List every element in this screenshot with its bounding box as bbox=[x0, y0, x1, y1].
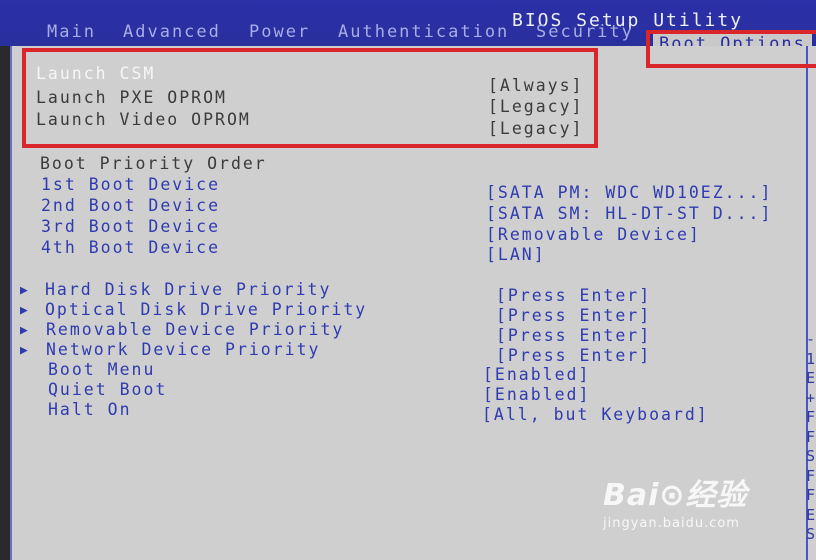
help-line: ES bbox=[806, 505, 816, 524]
boot-priority-heading: Boot Priority Order bbox=[40, 154, 267, 173]
boot-device-1-value[interactable]: [SATA PM: WDC WD10EZ...] bbox=[486, 183, 772, 202]
submenu-removable-priority[interactable]: Removable Device Priority bbox=[46, 320, 344, 339]
help-line: - bbox=[806, 330, 816, 348]
help-line: F bbox=[806, 486, 816, 504]
baidu-logo: Bai⊙经验 bbox=[603, 478, 748, 513]
boot-device-4-label[interactable]: 4th Boot Device bbox=[41, 238, 220, 257]
submenu-hdd-value[interactable]: [Press Enter] bbox=[496, 286, 651, 305]
help-line: F bbox=[806, 427, 816, 446]
help-line: S bbox=[806, 447, 816, 465]
help-line: F bbox=[806, 408, 816, 426]
submenu-arrow-icon: ▶ bbox=[20, 323, 28, 338]
boot-device-3-value[interactable]: [Removable Device] bbox=[486, 225, 701, 244]
tab-security[interactable]: Security bbox=[536, 22, 634, 42]
submenu-hdd-priority[interactable]: Hard Disk Drive Priority bbox=[45, 280, 331, 299]
help-line: Se bbox=[806, 525, 816, 543]
help-text: - 1 E + F F S F F ES Se bbox=[806, 330, 816, 545]
submenu-arrow-icon: ▶ bbox=[20, 303, 28, 318]
tab-main[interactable]: Main bbox=[47, 22, 96, 42]
help-line: E bbox=[806, 369, 816, 387]
help-line: + bbox=[806, 388, 816, 407]
tab-advanced[interactable]: Advanced bbox=[123, 22, 221, 42]
submenu-arrow-icon: ▶ bbox=[20, 343, 28, 358]
watermark-url: jingyan.baidu.com bbox=[603, 516, 740, 531]
submenu-arrow-icon: ▶ bbox=[20, 283, 28, 298]
boot-device-2-value[interactable]: [SATA SM: HL-DT-ST D...] bbox=[486, 204, 772, 223]
boot-device-1-label[interactable]: 1st Boot Device bbox=[41, 175, 220, 194]
tab-power[interactable]: Power bbox=[249, 22, 310, 42]
boot-menu-value[interactable]: [Enabled] bbox=[483, 365, 590, 384]
boot-menu-label[interactable]: Boot Menu bbox=[48, 360, 155, 379]
boot-device-3-label[interactable]: 3rd Boot Device bbox=[41, 217, 220, 236]
tab-authentication[interactable]: Authentication bbox=[338, 22, 509, 42]
quiet-boot-value[interactable]: [Enabled] bbox=[483, 385, 590, 404]
baidu-watermark: Bai⊙经验 jingyan.baidu.com bbox=[603, 470, 748, 531]
highlight-box-tab bbox=[646, 30, 816, 68]
boot-device-4-value[interactable]: [LAN] bbox=[486, 245, 546, 264]
halt-on-value[interactable]: [All, but Keyboard] bbox=[482, 405, 709, 424]
help-line: F bbox=[806, 466, 816, 485]
submenu-removable-value[interactable]: [Press Enter] bbox=[496, 326, 651, 345]
submenu-optical-priority[interactable]: Optical Disk Drive Priority bbox=[45, 300, 367, 319]
quiet-boot-label[interactable]: Quiet Boot bbox=[48, 380, 167, 399]
submenu-network-value[interactable]: [Press Enter] bbox=[496, 346, 651, 365]
highlight-box-csm bbox=[22, 48, 598, 148]
submenu-network-priority[interactable]: Network Device Priority bbox=[46, 340, 320, 359]
boot-device-2-label[interactable]: 2nd Boot Device bbox=[41, 196, 220, 215]
help-line: 1 bbox=[806, 349, 816, 368]
halt-on-label[interactable]: Halt On bbox=[48, 400, 132, 419]
submenu-optical-value[interactable]: [Press Enter] bbox=[496, 306, 651, 325]
